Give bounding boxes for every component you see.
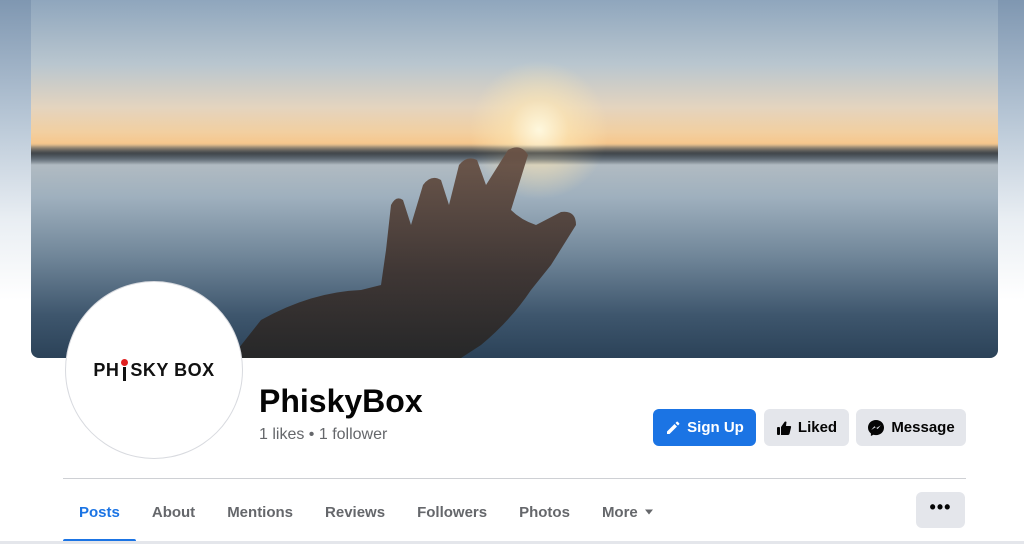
tab-mentions[interactable]: Mentions	[211, 490, 309, 534]
profile-tabs: Posts About Mentions Reviews Followers P…	[63, 490, 670, 542]
page-title: PhiskyBox	[259, 383, 423, 419]
tab-more[interactable]: More	[586, 490, 670, 534]
message-button[interactable]: Message	[856, 409, 966, 446]
ellipsis-icon: •••	[929, 497, 952, 517]
tab-followers[interactable]: Followers	[401, 490, 503, 534]
profile-avatar[interactable]: PH SKY BOX	[66, 282, 242, 458]
tab-about[interactable]: About	[136, 490, 211, 534]
sign-up-label: Sign Up	[687, 419, 744, 436]
messenger-icon	[868, 419, 885, 436]
sign-up-button[interactable]: Sign Up	[653, 409, 756, 446]
tab-posts[interactable]: Posts	[63, 490, 136, 542]
message-label: Message	[891, 419, 955, 436]
logo-i-letter	[120, 359, 129, 381]
page-stats: 1 likes • 1 follower	[259, 426, 388, 443]
liked-button[interactable]: Liked	[764, 409, 849, 446]
caret-down-icon	[644, 509, 653, 515]
pencil-icon	[667, 421, 680, 434]
more-options-button[interactable]: •••	[916, 492, 965, 528]
tab-reviews[interactable]: Reviews	[309, 490, 401, 534]
header-divider	[63, 478, 966, 479]
tab-photos[interactable]: Photos	[503, 490, 586, 534]
liked-label: Liked	[797, 419, 838, 436]
thumbs-up-icon	[776, 421, 792, 435]
phiskybox-logo: PH SKY BOX	[93, 359, 215, 381]
